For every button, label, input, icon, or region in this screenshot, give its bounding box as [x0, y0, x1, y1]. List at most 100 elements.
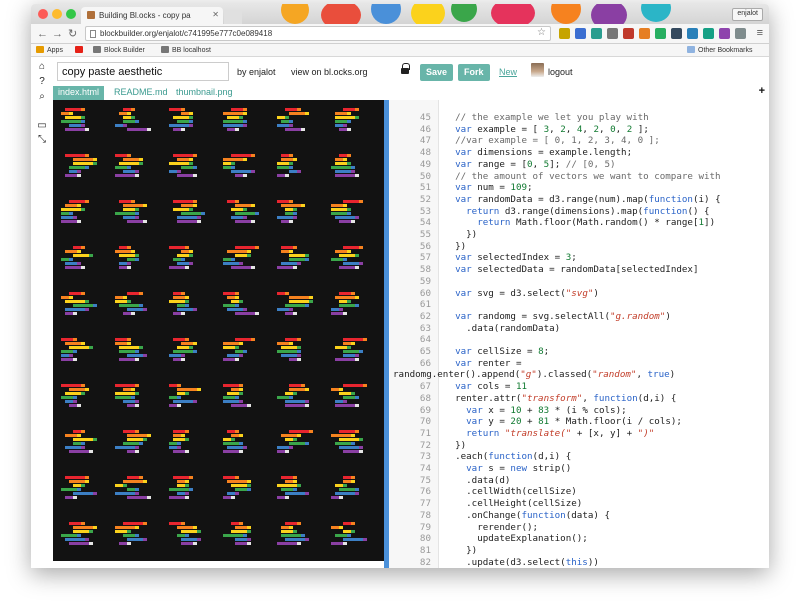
line-number: 58: [419, 264, 431, 276]
line-number: 60: [419, 287, 431, 299]
bookmark-youtube[interactable]: [75, 46, 86, 54]
extension-icon[interactable]: [607, 28, 618, 39]
line-number: 65: [419, 346, 431, 357]
line-number: 81: [419, 544, 431, 556]
search-icon[interactable]: ⌕: [36, 91, 48, 102]
extension-icon[interactable]: [591, 28, 602, 39]
extension-icon[interactable]: [575, 28, 586, 39]
code-text: var svg = d3.select("svg"): [455, 287, 599, 299]
extension-icon[interactable]: [655, 28, 666, 39]
extension-icon[interactable]: [703, 28, 714, 39]
apps-icon: [36, 46, 44, 53]
line-number: 72: [419, 439, 431, 451]
code-text: }): [444, 544, 478, 556]
line-number: 52: [419, 193, 431, 205]
save-icon[interactable]: ▭: [36, 120, 48, 131]
code-text: var selectedIndex = 3;: [455, 252, 577, 264]
browser-tab[interactable]: Building Bl.ocks - copy pa ✕: [81, 7, 223, 24]
expand-icon[interactable]: ⤡: [36, 134, 48, 145]
line-number: 46: [419, 123, 431, 135]
tab-index-html[interactable]: index.html: [53, 86, 105, 100]
line-number: 53: [419, 205, 431, 217]
code-text: .cellHeight(cellSize): [444, 498, 583, 510]
save-button[interactable]: Save: [420, 64, 454, 81]
code-text: return "translate(" + [x, y] + ")": [466, 427, 655, 439]
line-number: 74: [419, 463, 431, 474]
code-text: //var example = [ 0, 1, 2, 3, 4, 0 ];: [455, 135, 660, 147]
line-number: 66: [419, 357, 431, 369]
code-text: return Math.floor(Math.random() * range[…: [477, 217, 716, 229]
line-number: 75: [419, 474, 431, 486]
extension-icon[interactable]: [623, 28, 634, 39]
code-text: var range = [0, 5]; // [0, 5): [455, 158, 616, 170]
code-text: }): [444, 439, 467, 451]
render-canvas[interactable]: [53, 100, 384, 561]
code-text: .each(function(d,i) {: [444, 451, 572, 463]
bookmark-block-builder[interactable]: Block Builder: [93, 46, 145, 54]
extension-icon[interactable]: [559, 28, 570, 39]
code-text: .update(d3.select(this)): [444, 556, 599, 568]
new-link[interactable]: New: [499, 67, 517, 77]
tab-strip: Building Bl.ocks - copy pa ✕ enjalot: [31, 4, 769, 24]
line-number: 62: [419, 310, 431, 322]
line-number: 45: [419, 112, 431, 123]
minimize-window-button[interactable]: [52, 9, 62, 19]
new-tab-button[interactable]: [224, 10, 242, 24]
author-label: by enjalot: [237, 67, 276, 77]
help-icon[interactable]: ?: [36, 76, 48, 87]
line-number: 49: [419, 158, 431, 170]
code-text: .onChange(function(data) {: [444, 509, 610, 521]
line-number: 71: [419, 427, 431, 439]
favicon-icon: [87, 11, 95, 19]
reload-icon[interactable]: ↻: [68, 27, 77, 41]
code-text: var x = 10 + 83 * (i % cols);: [466, 404, 627, 416]
back-icon[interactable]: ←: [37, 27, 48, 41]
bookmark-apps[interactable]: Apps: [36, 46, 63, 54]
line-number: 61: [419, 299, 431, 311]
page-icon: [90, 30, 96, 38]
block-builder-icon: [93, 46, 101, 53]
bookmark-bb-localhost[interactable]: BB localhost: [161, 46, 211, 54]
home-icon[interactable]: ⌂: [36, 61, 48, 72]
line-number: 78: [419, 509, 431, 521]
extension-icon[interactable]: [671, 28, 682, 39]
profile-chip[interactable]: enjalot: [732, 8, 763, 21]
extension-icon[interactable]: [719, 28, 730, 39]
code-text: var y = 20 + 81 * Math.floor(i / cols);: [466, 416, 682, 428]
tab-title: Building Bl.ocks - copy pa: [99, 11, 191, 20]
line-number: 47: [419, 135, 431, 147]
add-file-icon[interactable]: +: [759, 85, 765, 97]
line-number: 57: [419, 252, 431, 264]
line-number: 73: [419, 451, 431, 463]
view-on-blocks-link[interactable]: view on bl.ocks.org: [291, 67, 368, 77]
extension-icon[interactable]: [687, 28, 698, 39]
code-text: // the example we let you play with: [455, 112, 649, 123]
forward-icon[interactable]: →: [52, 27, 63, 41]
browser-menu-icon[interactable]: ≡: [757, 27, 763, 39]
extension-icon[interactable]: [639, 28, 650, 39]
file-tabs: index.html README.md thumbnail.png +: [53, 85, 769, 100]
address-bar-row: ← → ↻ blockbuilder.org/enjalot/c741995e7…: [31, 24, 769, 44]
logout-link[interactable]: logout: [548, 67, 573, 77]
other-bookmarks[interactable]: Other Bookmarks: [687, 46, 752, 54]
line-number: 82: [419, 556, 431, 568]
line-number: 67: [419, 381, 431, 393]
code-text: rerender();: [444, 521, 539, 533]
tab-thumbnail-png[interactable]: thumbnail.png: [171, 86, 238, 100]
app-header: by enjalot view on bl.ocks.org Save Fork…: [53, 57, 769, 86]
extension-icon[interactable]: [735, 28, 746, 39]
code-text: updateExplanation();: [444, 533, 588, 545]
bookmark-star-icon[interactable]: ☆: [537, 27, 546, 38]
code-editor[interactable]: 45 // the example we let you play with 46…: [389, 100, 769, 568]
gist-title-input[interactable]: [57, 62, 229, 81]
fork-button[interactable]: Fork: [458, 64, 490, 81]
bb-localhost-icon: [161, 46, 169, 53]
line-number: 64: [419, 334, 431, 346]
lock-icon[interactable]: [401, 63, 410, 75]
close-tab-icon[interactable]: ✕: [212, 10, 219, 19]
url-input[interactable]: blockbuilder.org/enjalot/c741995e777c0e0…: [85, 26, 551, 41]
tab-readme-md[interactable]: README.md: [109, 86, 173, 100]
maximize-window-button[interactable]: [66, 9, 76, 19]
close-window-button[interactable]: [38, 9, 48, 19]
code-text: .data(randomData): [444, 322, 561, 334]
